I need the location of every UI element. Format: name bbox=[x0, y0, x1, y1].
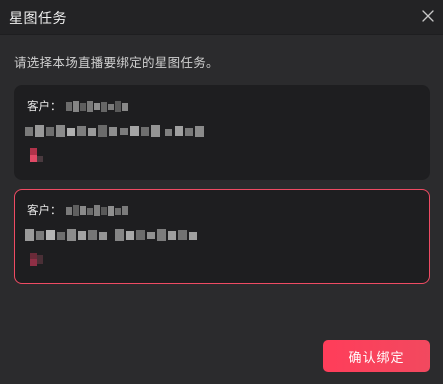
client-row: 客户： bbox=[27, 202, 132, 218]
close-icon[interactable] bbox=[420, 8, 436, 24]
confirm-bind-button[interactable]: 确认绑定 bbox=[323, 340, 430, 372]
task-card-selected[interactable]: 客户： bbox=[14, 189, 430, 284]
dialog-header: 星图任务 bbox=[0, 0, 443, 35]
redacted-tag bbox=[30, 148, 43, 162]
task-card[interactable]: 客户： bbox=[14, 85, 430, 180]
client-label: 客户： bbox=[27, 203, 62, 217]
redacted-task-name bbox=[25, 229, 197, 241]
bind-star-task-dialog: 星图任务 请选择本场直播要绑定的星图任务。 客户： 客户： 确认绑定 bbox=[0, 0, 443, 384]
client-label: 客户： bbox=[27, 99, 62, 113]
dialog-title: 星图任务 bbox=[9, 11, 67, 27]
client-row: 客户： bbox=[27, 98, 132, 114]
redacted-task-name bbox=[25, 125, 204, 137]
redacted-tag bbox=[30, 253, 43, 266]
instruction-text: 请选择本场直播要绑定的星图任务。 bbox=[14, 55, 219, 70]
redacted-client-name bbox=[65, 100, 128, 112]
redacted-client-name bbox=[65, 204, 128, 216]
